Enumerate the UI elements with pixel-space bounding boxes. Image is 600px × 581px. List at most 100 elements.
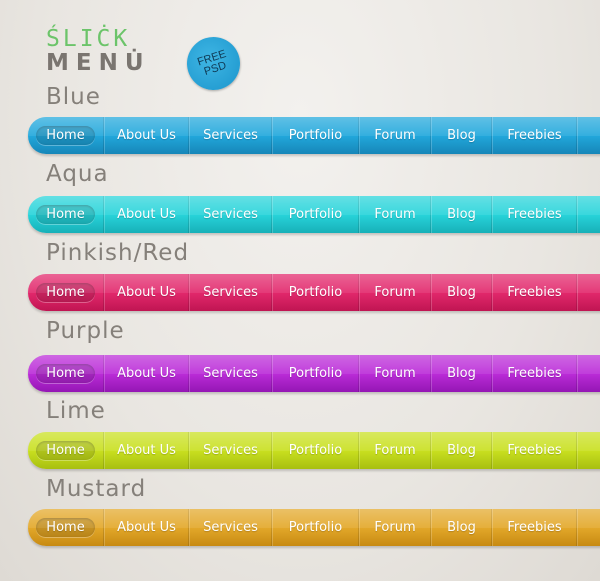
nav-item-freebies[interactable]: Freebies (491, 117, 577, 154)
nav-item-label: Blog (447, 366, 476, 381)
nav-item-services[interactable]: Services (188, 274, 272, 311)
nav-item-blog[interactable]: Blog (430, 196, 492, 233)
nav-item-forum[interactable]: Forum (358, 355, 431, 392)
nav-item-label: Blog (447, 128, 476, 143)
nav-item-label: Services (203, 285, 258, 300)
nav-item-label: About Us (117, 520, 176, 535)
menu-label-pinkish-red: Pinkish/Red (46, 240, 190, 266)
nav-item-about-us[interactable]: About Us (103, 196, 189, 233)
nav-bar-blue: Home About Us Services Portfolio Forum Blog Fr… (28, 117, 600, 154)
nav-item-forum[interactable]: Forum (358, 117, 431, 154)
nav-item-label: Portfolio (288, 207, 343, 222)
nav-item-label: About Us (117, 285, 176, 300)
nav-item-label: Forum (374, 128, 416, 143)
nav-item-freebies[interactable]: Freebies (491, 196, 577, 233)
menu-label-lime: Lime (46, 398, 106, 424)
nav-item-portfolio[interactable]: Portfolio (271, 196, 359, 233)
nav-item-label: Portfolio (288, 520, 343, 535)
nav-item-blog[interactable]: Blog (430, 274, 492, 311)
nav-bar-mustard: Home About Us Services Portfolio Forum Blog Fr… (28, 509, 600, 546)
nav-item-services[interactable]: Services (188, 117, 272, 154)
nav-item-about-us[interactable]: About Us (103, 509, 189, 546)
nav-item-forum[interactable]: Forum (358, 274, 431, 311)
nav-bar-purple: Home About Us Services Portfolio Forum Blog Fr… (28, 355, 600, 392)
nav-item-label: Forum (374, 520, 416, 535)
nav-item-label: Freebies (507, 128, 562, 143)
nav-item-label: Freebies (507, 520, 562, 535)
nav-item-label: Services (203, 520, 258, 535)
nav-item-portfolio[interactable]: Portfolio (271, 274, 359, 311)
nav-item-label: Portfolio (288, 443, 343, 458)
nav-item-label: About Us (117, 207, 176, 222)
nav-item-about-us[interactable]: About Us (103, 274, 189, 311)
nav-item-label: Freebies (507, 366, 562, 381)
nav-item-forum[interactable]: Forum (358, 509, 431, 546)
nav-item-freebies[interactable]: Freebies (491, 274, 577, 311)
nav-item-portfolio[interactable]: Portfolio (271, 432, 359, 469)
nav-item-label: Portfolio (288, 366, 343, 381)
nav-item-home[interactable]: Home (28, 432, 103, 469)
nav-item-label: Home (36, 283, 95, 302)
nav-item-label: Home (36, 441, 95, 460)
nav-item-si[interactable]: Si (576, 432, 600, 469)
nav-item-label: Blog (447, 443, 476, 458)
nav-item-about-us[interactable]: About Us (103, 355, 189, 392)
nav-item-label: Home (36, 364, 95, 383)
nav-item-freebies[interactable]: Freebies (491, 509, 577, 546)
nav-item-services[interactable]: Services (188, 355, 272, 392)
nav-item-label: Forum (374, 207, 416, 222)
menu-label-purple: Purple (46, 318, 125, 344)
nav-item-services[interactable]: Services (188, 509, 272, 546)
nav-item-label: Services (203, 207, 258, 222)
nav-item-label: Portfolio (288, 128, 343, 143)
nav-item-label: Freebies (507, 443, 562, 458)
nav-item-label: Services (203, 366, 258, 381)
nav-bar-aqua: Home About Us Services Portfolio Forum Blog Fr… (28, 196, 600, 233)
nav-item-home[interactable]: Home (28, 355, 103, 392)
nav-item-services[interactable]: Services (188, 432, 272, 469)
nav-item-blog[interactable]: Blog (430, 355, 492, 392)
menu-label-blue: Blue (46, 84, 101, 110)
nav-item-label: Services (203, 443, 258, 458)
nav-item-home[interactable]: Home (28, 117, 103, 154)
nav-item-label: Blog (447, 520, 476, 535)
nav-item-blog[interactable]: Blog (430, 509, 492, 546)
nav-item-home[interactable]: Home (28, 274, 103, 311)
nav-item-label: Portfolio (288, 285, 343, 300)
nav-item-forum[interactable]: Forum (358, 432, 431, 469)
nav-item-label: Forum (374, 443, 416, 458)
nav-item-blog[interactable]: Blog (430, 117, 492, 154)
nav-item-home[interactable]: Home (28, 196, 103, 233)
nav-item-home[interactable]: Home (28, 509, 103, 546)
menu-label-mustard: Mustard (46, 476, 147, 502)
nav-item-forum[interactable]: Forum (358, 196, 431, 233)
nav-item-portfolio[interactable]: Portfolio (271, 117, 359, 154)
nav-item-about-us[interactable]: About Us (103, 432, 189, 469)
nav-item-freebies[interactable]: Freebies (491, 432, 577, 469)
nav-item-label: About Us (117, 128, 176, 143)
nav-item-si[interactable]: Si (576, 274, 600, 311)
nav-item-blog[interactable]: Blog (430, 432, 492, 469)
nav-item-services[interactable]: Services (188, 196, 272, 233)
nav-item-si[interactable]: Si (576, 509, 600, 546)
nav-item-label: Freebies (507, 285, 562, 300)
nav-item-portfolio[interactable]: Portfolio (271, 509, 359, 546)
nav-item-label: Home (36, 126, 95, 145)
nav-bar-pinkish-red: Home About Us Services Portfolio Forum Blog Fr… (28, 274, 600, 311)
nav-item-si[interactable]: Si (576, 355, 600, 392)
nav-item-label: Home (36, 518, 95, 537)
nav-item-label: About Us (117, 443, 176, 458)
nav-item-si[interactable]: Si (576, 196, 600, 233)
nav-item-label: Forum (374, 285, 416, 300)
free-psd-badge: FREE PSD (180, 30, 247, 97)
nav-item-si[interactable]: Si (576, 117, 600, 154)
nav-item-freebies[interactable]: Freebies (491, 355, 577, 392)
nav-item-label: Forum (374, 366, 416, 381)
nav-item-portfolio[interactable]: Portfolio (271, 355, 359, 392)
nav-item-label: About Us (117, 366, 176, 381)
nav-item-about-us[interactable]: About Us (103, 117, 189, 154)
nav-bar-lime: Home About Us Services Portfolio Forum Blog Fr… (28, 432, 600, 469)
nav-item-label: Services (203, 128, 258, 143)
logo-slick: ŚLIĊK (46, 26, 131, 52)
nav-item-label: Freebies (507, 207, 562, 222)
